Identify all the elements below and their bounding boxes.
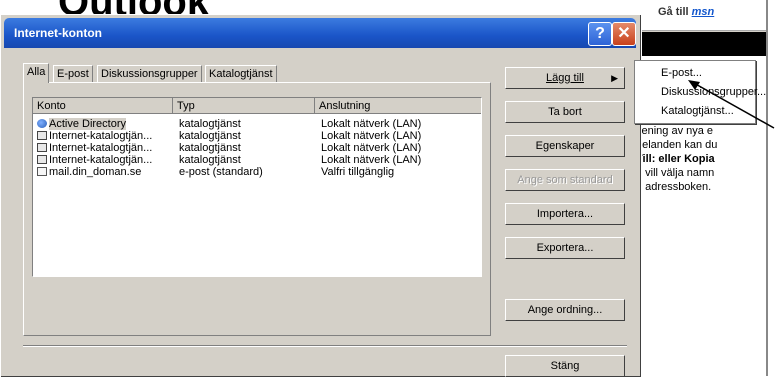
tab-all[interactable]: Alla — [23, 63, 50, 83]
annotation-arrow-icon — [688, 80, 775, 129]
